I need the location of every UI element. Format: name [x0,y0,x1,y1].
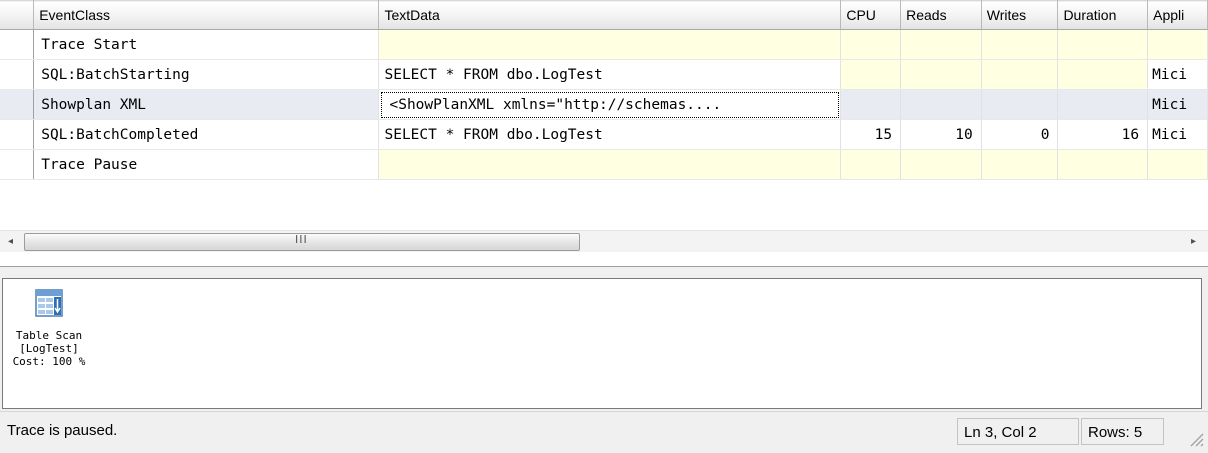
row-selector[interactable] [0,59,35,90]
duration-cell [1057,59,1149,90]
application-cell: Mici [1147,89,1208,120]
table-row-selected[interactable]: Showplan XML <ShowPlanXML xmlns="http://… [0,89,1208,120]
reads-cell [900,149,982,180]
writes-cell [981,59,1059,90]
application-cell [1147,29,1208,60]
application-cell [1147,149,1208,180]
scroll-right-button[interactable]: ▸ [1183,231,1204,252]
col-header-eventclass[interactable]: EventClass [33,0,380,30]
table-scan-icon [35,289,63,317]
operator-object: [LogTest] [19,342,79,355]
writes-cell: 0 [981,119,1059,150]
operator-cost: Cost: 100 % [12,355,86,368]
cpu-cell [840,89,902,120]
resize-grip-icon[interactable] [1186,429,1204,447]
duration-cell: 16 [1057,119,1149,150]
cpu-cell [840,149,902,180]
trace-table: EventClass TextData CPU Reads Writes Dur… [0,0,1208,180]
eventclass-cell: SQL:BatchCompleted [33,119,380,150]
textdata-cell: SELECT * FROM dbo.LogTest [378,119,842,150]
row-selector-header [0,0,35,30]
row-selector[interactable] [0,119,35,150]
cpu-cell [840,59,902,90]
writes-cell [981,149,1059,180]
row-selector[interactable] [0,149,35,180]
trace-grid: EventClass TextData CPU Reads Writes Dur… [0,0,1208,267]
status-message: Trace is paused. [7,422,118,439]
execution-plan-pane: Table Scan [LogTest] Cost: 100 % [2,278,1202,409]
writes-cell [981,29,1059,60]
arrow-right-icon: ▸ [1190,236,1197,247]
eventclass-cell: Trace Pause [33,149,380,180]
horizontal-scrollbar[interactable]: ◂ III ▸ [0,230,1208,252]
row-selector[interactable] [0,29,35,60]
column-header-row: EventClass TextData CPU Reads Writes Dur… [0,0,1208,30]
arrow-left-icon: ◂ [7,236,14,247]
col-header-cpu[interactable]: CPU [840,0,902,30]
eventclass-cell: Trace Start [33,29,380,60]
col-header-textdata[interactable]: TextData [378,0,842,30]
plan-operator-table-scan[interactable]: Table Scan [LogTest] Cost: 100 % [9,289,89,368]
application-cell: Mici [1147,59,1208,90]
writes-cell [981,89,1059,120]
status-bar: Trace is paused. Ln 3, Col 2 Rows: 5 [0,411,1208,453]
row-selector[interactable] [0,89,35,120]
scrollbar-grip-icon: III [295,233,308,246]
application-cell: Mici [1147,119,1208,150]
table-row[interactable]: Trace Start [0,29,1208,60]
duration-cell [1057,149,1149,180]
eventclass-cell: Showplan XML [33,89,380,120]
eventclass-cell: SQL:BatchStarting [33,59,380,90]
textdata-cell: SELECT * FROM dbo.LogTest [378,59,842,90]
reads-cell [900,89,982,120]
table-row[interactable]: Trace Pause [0,149,1208,180]
cursor-position-panel: Ln 3, Col 2 [957,418,1079,445]
scrollbar-thumb[interactable]: III [24,233,580,251]
reads-cell: 10 [900,119,982,150]
row-count-panel: Rows: 5 [1081,418,1164,445]
table-row[interactable]: SQL:BatchStarting SELECT * FROM dbo.LogT… [0,59,1208,90]
textdata-cell-focused[interactable]: <ShowPlanXML xmlns="http://schemas.... [378,89,842,120]
cpu-cell [840,29,902,60]
col-header-application[interactable]: Appli [1147,0,1208,30]
textdata-cell [378,29,842,60]
duration-cell [1057,29,1149,60]
reads-cell [900,59,982,90]
col-header-duration[interactable]: Duration [1057,0,1149,30]
cpu-cell: 15 [840,119,902,150]
duration-cell [1057,89,1149,120]
operator-name: Table Scan [15,329,83,342]
table-row[interactable]: SQL:BatchCompleted SELECT * FROM dbo.Log… [0,119,1208,150]
col-header-writes[interactable]: Writes [981,0,1059,30]
scroll-left-button[interactable]: ◂ [0,231,21,252]
reads-cell [900,29,982,60]
col-header-reads[interactable]: Reads [900,0,982,30]
textdata-cell [378,149,842,180]
